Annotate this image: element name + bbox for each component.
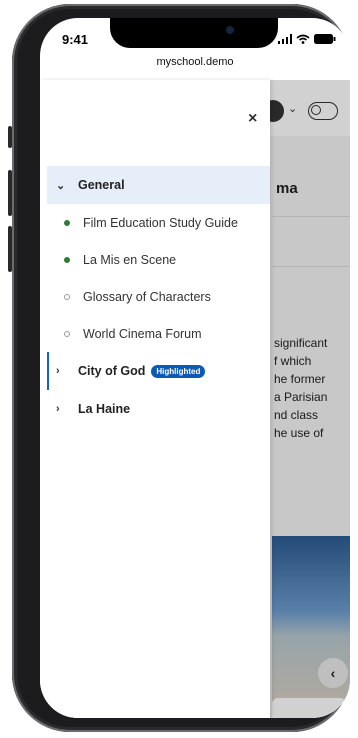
activity-label: La Mis en Scene [83, 252, 177, 267]
chevron-right-icon: › [56, 365, 60, 377]
wifi-icon [296, 34, 310, 44]
notch [110, 18, 278, 48]
incomplete-dot-icon [64, 330, 70, 337]
course-index: ⌄ General Film Education Study Guide La … [40, 166, 270, 428]
highlighted-badge: Highlighted [151, 364, 206, 378]
activity-label: World Cinema Forum [83, 326, 202, 341]
mute-switch [8, 126, 12, 148]
activity-label: Glossary of Characters [83, 289, 211, 304]
course-index-drawer: × ⌄ General Film Education Study Guide L… [40, 80, 270, 718]
section-general[interactable]: ⌄ General [47, 166, 270, 204]
camera [226, 26, 234, 34]
phone-screen: 9:41 myschool.demo ⌄ ma significant f wh… [40, 18, 350, 718]
activity-world-cinema-forum[interactable]: World Cinema Forum [40, 315, 270, 352]
volume-down-button [8, 226, 12, 272]
chevron-right-icon: › [56, 403, 60, 415]
activity-glossary-of-characters[interactable]: Glossary of Characters [40, 278, 270, 315]
volume-up-button [8, 170, 12, 216]
activity-film-education-study-guide[interactable]: Film Education Study Guide [40, 204, 270, 241]
section-label: La Haine [78, 402, 131, 416]
battery-icon [314, 34, 336, 44]
close-icon[interactable]: × [248, 110, 257, 128]
section-city-of-god[interactable]: › City of God Highlighted [40, 352, 270, 390]
section-label: City of God [78, 364, 146, 378]
dim-overlay[interactable] [270, 80, 350, 718]
incomplete-dot-icon [64, 293, 70, 300]
status-time: 9:41 [62, 32, 89, 47]
signal-icon [278, 34, 292, 44]
url-text: myschool.demo [156, 56, 234, 68]
completion-dot-icon [64, 219, 70, 226]
activity-label: Film Education Study Guide [83, 215, 238, 230]
url-bar[interactable]: myschool.demo [40, 56, 350, 78]
completion-dot-icon [64, 256, 70, 263]
section-label: General [78, 178, 125, 192]
section-la-haine[interactable]: › La Haine [40, 390, 270, 428]
highlight-bar [47, 352, 49, 390]
activity-la-mis-en-scene[interactable]: La Mis en Scene [40, 241, 270, 278]
chevron-down-icon: ⌄ [56, 179, 66, 192]
